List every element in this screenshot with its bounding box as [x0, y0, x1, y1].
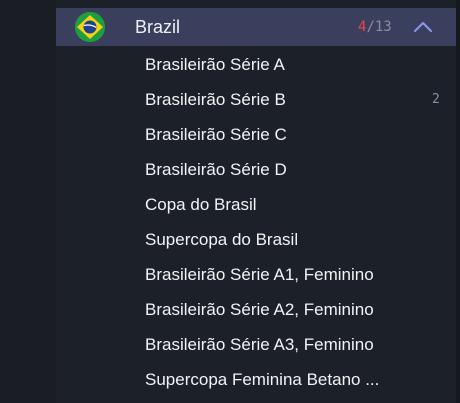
league-label: Brasileirão Série A [145, 55, 285, 74]
league-item[interactable]: Brasileirão Série A3, Feminino [56, 328, 456, 363]
brazil-flag-icon [75, 12, 105, 42]
league-item[interactable]: Supercopa do Brasil [56, 223, 456, 258]
scrollbar-track[interactable] [456, 0, 460, 403]
selected-league-count: 4/13 [358, 18, 392, 36]
league-item[interactable]: Copa do Brasil [56, 188, 456, 223]
sports-sidebar: Brazil 4/13 Brasileirão Série A Brasilei… [0, 0, 460, 403]
league-label: Copa do Brasil [145, 195, 257, 214]
chevron-up-icon[interactable] [412, 16, 434, 38]
league-item[interactable]: Brasileirão Série C [56, 118, 456, 153]
league-label: Brasileirão Série A1, Feminino [145, 265, 374, 284]
league-item[interactable]: Brasileirão Série D [56, 153, 456, 188]
league-label: Supercopa Feminina Betano ... [145, 370, 380, 389]
league-label: Brasileirão Série D [145, 160, 287, 179]
league-item[interactable]: Brasileirão Série A1, Feminino [56, 258, 456, 293]
count-separator: / [366, 19, 375, 35]
league-item[interactable]: Brasileirão Série A [56, 48, 456, 83]
league-list: Brasileirão Série A Brasileirão Série B … [56, 48, 456, 398]
left-navigation-strip [0, 0, 56, 403]
league-label: Supercopa do Brasil [145, 230, 299, 249]
count-total: 13 [374, 19, 392, 35]
league-item[interactable]: Brasileirão Série B 2 [56, 83, 456, 118]
league-item[interactable]: Brasileirão Série A2, Feminino [56, 293, 456, 328]
country-name: Brazil [135, 17, 181, 37]
league-label: Brasileirão Série A3, Feminino [145, 335, 374, 354]
league-event-count-badge: 2 [432, 92, 440, 107]
league-label: Brasileirão Série C [145, 125, 287, 144]
league-item[interactable]: Supercopa Feminina Betano ... [56, 363, 456, 398]
country-panel: Brazil 4/13 Brasileirão Série A Brasilei… [56, 0, 456, 403]
league-label: Brasileirão Série A2, Feminino [145, 300, 374, 319]
league-label: Brasileirão Série B [145, 90, 286, 109]
country-header-brazil[interactable]: Brazil 4/13 [56, 8, 456, 46]
